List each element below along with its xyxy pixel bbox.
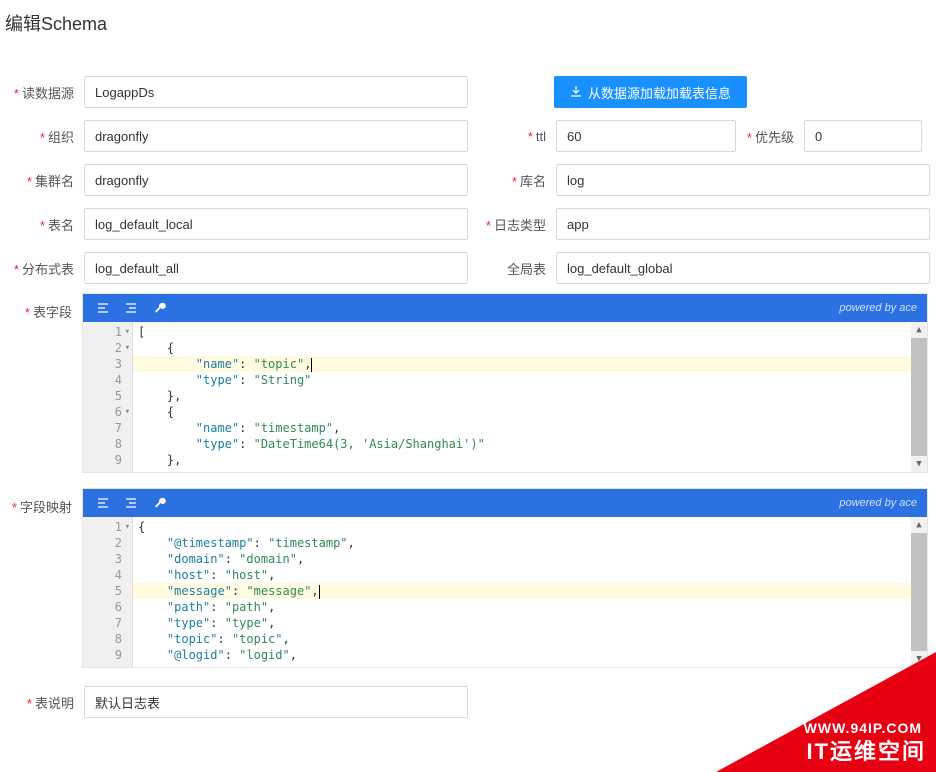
- line-number: 7: [83, 615, 122, 631]
- label-priority: *优先级: [736, 127, 804, 146]
- code-line[interactable]: "type": "String": [138, 372, 906, 388]
- page-title: 编辑Schema: [0, 0, 936, 46]
- code-line[interactable]: "name": "topic",: [138, 356, 906, 372]
- code-line[interactable]: "type": "type",: [138, 615, 906, 631]
- code-line[interactable]: "domain": "domain",: [138, 551, 906, 567]
- scrollbar[interactable]: ▲ ▼: [911, 517, 927, 667]
- code-line[interactable]: [: [138, 324, 906, 340]
- code-line[interactable]: },: [138, 388, 906, 404]
- powered-by-label: powered by ace: [839, 497, 917, 509]
- fold-arrow-icon[interactable]: ▾: [125, 519, 130, 535]
- code-line[interactable]: {: [138, 519, 906, 535]
- code-line[interactable]: "@timestamp": "timestamp",: [138, 535, 906, 551]
- label-cluster: *集群名: [2, 171, 84, 190]
- scrollbar[interactable]: ▲ ▼: [911, 322, 927, 472]
- wrench-icon[interactable]: [149, 298, 169, 318]
- download-icon: [570, 86, 582, 98]
- input-cluster[interactable]: [84, 164, 468, 196]
- input-priority[interactable]: [804, 120, 922, 152]
- label-mapping: *字段映射: [0, 491, 82, 516]
- line-number: 5: [83, 583, 122, 599]
- input-table[interactable]: [84, 208, 468, 240]
- label-org: *组织: [2, 127, 84, 146]
- load-table-button[interactable]: 从数据源加载加载表信息: [554, 76, 747, 108]
- line-number: 5: [83, 388, 122, 404]
- line-number: 4: [83, 372, 122, 388]
- label-dist-table: *分布式表: [2, 259, 84, 278]
- input-dist-table[interactable]: [84, 252, 468, 284]
- line-number: 8: [83, 631, 122, 647]
- line-number: 9: [83, 647, 122, 663]
- mapping-editor[interactable]: powered by ace 1▾23456789 { "@timestamp"…: [82, 488, 928, 668]
- badge-title: IT运维空间: [806, 734, 926, 766]
- label-datasource: *读数据源: [2, 83, 84, 102]
- line-number: 3: [83, 356, 122, 372]
- wrench-icon[interactable]: [149, 493, 169, 513]
- line-number: 3: [83, 551, 122, 567]
- powered-by-label: powered by ace: [839, 302, 917, 314]
- input-org[interactable]: [84, 120, 468, 152]
- label-global-table: 全局表: [468, 259, 556, 278]
- label-table: *表名: [2, 215, 84, 234]
- label-fields: *表字段: [0, 296, 82, 321]
- input-ttl[interactable]: [556, 120, 736, 152]
- code-line[interactable]: "name": "timestamp",: [138, 420, 906, 436]
- code-line[interactable]: "message": "message",: [138, 583, 906, 599]
- label-dbname: *库名: [468, 171, 556, 190]
- input-dbname[interactable]: [556, 164, 930, 196]
- scroll-down-icon[interactable]: ▼: [911, 456, 927, 472]
- editor-toolbar: powered by ace: [83, 294, 927, 322]
- editor-toolbar: powered by ace: [83, 489, 927, 517]
- line-number: 2: [83, 535, 122, 551]
- scroll-up-icon[interactable]: ▲: [911, 517, 927, 533]
- indent-right-icon[interactable]: [121, 298, 141, 318]
- fold-arrow-icon[interactable]: ▾: [125, 340, 130, 356]
- line-number: 4: [83, 567, 122, 583]
- line-number: 7: [83, 420, 122, 436]
- input-description[interactable]: [84, 686, 468, 718]
- line-number: 1▾: [83, 324, 122, 340]
- fields-editor[interactable]: powered by ace 1▾2▾3456▾789 [ { "name": …: [82, 293, 928, 473]
- line-number: 6: [83, 599, 122, 615]
- line-number: 6▾: [83, 404, 122, 420]
- code-line[interactable]: {: [138, 340, 906, 356]
- code-line[interactable]: {: [138, 404, 906, 420]
- fold-arrow-icon[interactable]: ▾: [125, 324, 130, 340]
- line-number: 1▾: [83, 519, 122, 535]
- indent-left-icon[interactable]: [93, 493, 113, 513]
- line-number: 9: [83, 452, 122, 468]
- code-line[interactable]: "topic": "topic",: [138, 631, 906, 647]
- line-number: 2▾: [83, 340, 122, 356]
- label-description: *表说明: [2, 693, 84, 712]
- input-datasource[interactable]: [84, 76, 468, 108]
- fold-arrow-icon[interactable]: ▾: [125, 404, 130, 420]
- code-line[interactable]: },: [138, 452, 906, 468]
- code-line[interactable]: "type": "DateTime64(3, 'Asia/Shanghai')": [138, 436, 906, 452]
- indent-right-icon[interactable]: [121, 493, 141, 513]
- code-line[interactable]: "path": "path",: [138, 599, 906, 615]
- scroll-up-icon[interactable]: ▲: [911, 322, 927, 338]
- label-logtype: *日志类型: [468, 215, 556, 234]
- input-logtype[interactable]: [556, 208, 930, 240]
- indent-left-icon[interactable]: [93, 298, 113, 318]
- input-global-table[interactable]: [556, 252, 930, 284]
- line-number: 8: [83, 436, 122, 452]
- code-line[interactable]: "host": "host",: [138, 567, 906, 583]
- label-ttl: *ttl: [468, 129, 556, 144]
